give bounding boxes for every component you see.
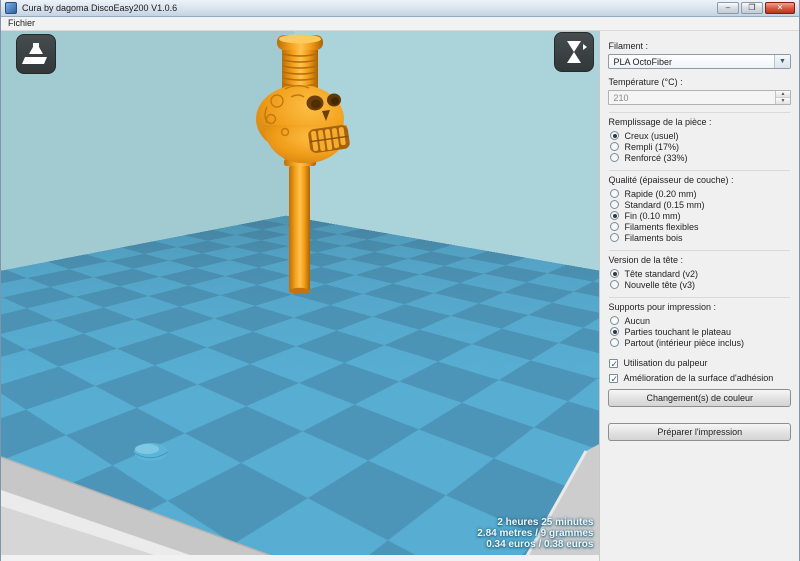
radio-icon[interactable] bbox=[610, 316, 620, 325]
option-label: Standard (0.15 mm) bbox=[624, 199, 705, 210]
window-controls: – ❐ ✕ bbox=[717, 2, 795, 14]
stat-cost: 0.34 euros / 0.38 euros bbox=[486, 539, 594, 550]
radio-option-rapide[interactable]: Rapide (0.20 mm) bbox=[610, 188, 791, 199]
radio-icon[interactable] bbox=[610, 280, 620, 289]
color-change-button[interactable]: Changement(s) de couleur bbox=[608, 389, 791, 407]
radio-icon[interactable] bbox=[610, 327, 620, 336]
checkbox-label: Utilisation du palpeur bbox=[623, 358, 708, 368]
radio-option-nouvelle-tete[interactable]: Nouvelle tête (v3) bbox=[610, 279, 791, 290]
option-label: Rempli (17%) bbox=[624, 141, 679, 152]
app-window: Cura by dagoma DiscoEasy200 V1.0.6 – ❐ ✕… bbox=[0, 0, 800, 561]
menu-bar: Fichier bbox=[1, 17, 799, 31]
viewport-bottom-strip bbox=[1, 555, 600, 561]
temperature-input[interactable] bbox=[609, 91, 775, 104]
radio-icon[interactable] bbox=[610, 233, 620, 242]
stat-material: 2.84 metres / 9 grammes bbox=[477, 528, 594, 539]
infill-section-title: Remplissage de la pièce : bbox=[608, 117, 712, 127]
load-model-icon bbox=[22, 43, 47, 64]
radio-option-creux[interactable]: Creux (usuel) bbox=[610, 130, 791, 141]
option-label: Fin (0.10 mm) bbox=[624, 210, 681, 221]
prepare-print-button[interactable]: Préparer l'impression bbox=[608, 423, 791, 441]
option-label: Nouvelle tête (v3) bbox=[624, 279, 696, 290]
checkbox-label: Amélioration de la surface d'adhésion bbox=[623, 373, 774, 383]
minimize-button[interactable]: – bbox=[717, 2, 739, 14]
scene-overlay bbox=[1, 34, 600, 561]
checkbox-adhesion[interactable]: ✓ Amélioration de la surface d'adhésion bbox=[609, 372, 791, 384]
temperature-spinner[interactable]: ▲ ▼ bbox=[775, 91, 790, 104]
separator bbox=[609, 112, 790, 113]
app-icon bbox=[5, 2, 17, 14]
option-label: Partout (intérieur pièce inclus) bbox=[624, 337, 745, 348]
filament-select[interactable]: PLA OctoFiber ▼ bbox=[608, 54, 791, 69]
separator bbox=[609, 297, 790, 298]
mirror-button[interactable] bbox=[554, 32, 594, 72]
radio-option-renforce[interactable]: Renforcé (33%) bbox=[610, 152, 791, 163]
menu-file[interactable]: Fichier bbox=[1, 17, 42, 30]
radio-icon[interactable] bbox=[610, 189, 620, 198]
model-top-coil bbox=[277, 34, 323, 89]
model-skull-pole[interactable] bbox=[256, 34, 350, 295]
radio-icon[interactable] bbox=[610, 200, 620, 209]
option-label: Rapide (0.20 mm) bbox=[624, 188, 697, 199]
separator bbox=[609, 250, 790, 251]
model-pole bbox=[289, 165, 310, 295]
load-model-button[interactable] bbox=[16, 34, 56, 74]
model-skull-head bbox=[256, 85, 350, 164]
separator bbox=[609, 170, 790, 171]
radio-icon[interactable] bbox=[610, 269, 620, 278]
stat-time: 2 heures 25 minutes bbox=[497, 517, 594, 528]
radio-icon[interactable] bbox=[610, 338, 620, 347]
radio-option-flexibles[interactable]: Filaments flexibles bbox=[610, 221, 791, 232]
palpeur-blob bbox=[133, 443, 169, 461]
close-button[interactable]: ✕ bbox=[765, 2, 795, 14]
filament-selected-value: PLA OctoFiber bbox=[613, 56, 672, 67]
filament-label: Filament : bbox=[608, 41, 648, 51]
radio-option-bois[interactable]: Filaments bois bbox=[610, 232, 791, 243]
option-label: Renforcé (33%) bbox=[624, 152, 688, 163]
temperature-label: Température (°C) : bbox=[608, 77, 683, 87]
spinner-down-icon[interactable]: ▼ bbox=[776, 98, 790, 104]
spinner-up-icon[interactable]: ▲ bbox=[776, 91, 790, 98]
option-label: Filaments bois bbox=[624, 232, 683, 243]
radio-option-aucun[interactable]: Aucun bbox=[610, 315, 791, 326]
checkbox-palpeur[interactable]: ✓ Utilisation du palpeur bbox=[609, 357, 791, 369]
radio-icon[interactable] bbox=[610, 153, 620, 162]
radio-icon[interactable] bbox=[610, 142, 620, 151]
radio-icon[interactable] bbox=[610, 131, 620, 140]
option-label: Filaments flexibles bbox=[624, 221, 699, 232]
option-label: Parties touchant le plateau bbox=[624, 326, 732, 337]
bed-front-edge bbox=[1, 456, 288, 561]
checkbox-icon[interactable]: ✓ bbox=[609, 358, 619, 368]
radio-option-standard[interactable]: Standard (0.15 mm) bbox=[610, 199, 791, 210]
settings-panel: Filament : PLA OctoFiber ▼ Température (… bbox=[599, 31, 799, 561]
radio-option-fin[interactable]: Fin (0.10 mm) bbox=[610, 210, 791, 221]
option-label: Aucun bbox=[624, 315, 650, 326]
supports-section-title: Supports pour impression : bbox=[608, 302, 717, 312]
radio-option-parties-plateau[interactable]: Parties touchant le plateau bbox=[610, 326, 791, 337]
temperature-fieldbox: ▲ ▼ bbox=[608, 90, 791, 105]
window-title: Cura by dagoma DiscoEasy200 V1.0.6 bbox=[22, 3, 178, 13]
maximize-button[interactable]: ❐ bbox=[741, 2, 763, 14]
head-version-section-title: Version de la tête : bbox=[608, 255, 684, 265]
option-label: Creux (usuel) bbox=[624, 130, 679, 141]
quality-section-title: Qualité (épaisseur de couche) : bbox=[608, 175, 734, 185]
mirror-icon bbox=[567, 41, 587, 63]
radio-option-tete-standard[interactable]: Tête standard (v2) bbox=[610, 268, 791, 279]
chevron-down-icon[interactable]: ▼ bbox=[774, 55, 790, 68]
radio-option-rempli[interactable]: Rempli (17%) bbox=[610, 141, 791, 152]
print-stats: 2 heures 25 minutes 2.84 metres / 9 gram… bbox=[477, 517, 593, 550]
title-bar: Cura by dagoma DiscoEasy200 V1.0.6 – ❐ ✕ bbox=[1, 0, 799, 17]
radio-icon[interactable] bbox=[610, 211, 620, 220]
option-label: Tête standard (v2) bbox=[624, 268, 699, 279]
main-area: 2 heures 25 minutes 2.84 metres / 9 gram… bbox=[1, 31, 799, 561]
radio-icon[interactable] bbox=[610, 222, 620, 231]
radio-option-partout[interactable]: Partout (intérieur pièce inclus) bbox=[610, 337, 791, 348]
viewport-3d[interactable]: 2 heures 25 minutes 2.84 metres / 9 gram… bbox=[1, 31, 600, 561]
checkbox-icon[interactable]: ✓ bbox=[609, 373, 619, 383]
